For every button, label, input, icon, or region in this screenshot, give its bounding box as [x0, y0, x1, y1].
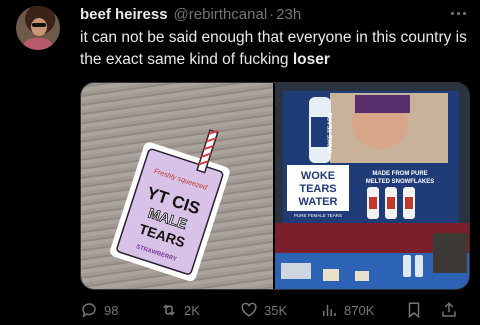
share-icon: [442, 302, 456, 317]
tweet-text: it can not be said enough that everyone …: [80, 27, 470, 71]
tweet-text-bold: loser: [292, 51, 330, 68]
views-icon: [323, 304, 336, 316]
sticker-illustration: Freshly squeezed YT CIS MALE TEARS STRAW…: [110, 129, 230, 282]
reply-icon: [82, 303, 96, 318]
bookmark-icon: [408, 302, 420, 319]
avatar-face: [31, 18, 47, 36]
small-print: PURE FEMALE TEARS: [294, 213, 342, 218]
sign-line1: WOKE: [301, 170, 335, 182]
avatar-sunglasses: [32, 23, 46, 27]
bottle-label: WOKE TEARS: [328, 113, 334, 154]
booth-photo[interactable]: WOKE TEARS WOKE TEARS WATER MADE FROM PU…: [275, 83, 469, 289]
sign-line2: TEARS: [299, 183, 336, 195]
header-separator: ·: [269, 6, 275, 23]
display-name[interactable]: beef heiress: [80, 6, 168, 23]
tweet-text-body: it can not be said enough that everyone …: [80, 29, 467, 68]
timestamp[interactable]: 23h: [276, 6, 301, 23]
share-button[interactable]: [440, 300, 458, 320]
user-handle[interactable]: @rebirthcanal: [174, 6, 268, 23]
retweet-button[interactable]: 2K: [160, 300, 200, 320]
action-bar: 98 2K 35K 870K: [80, 300, 472, 320]
like-count: 35K: [264, 302, 288, 318]
sticker-photo[interactable]: Freshly squeezed YT CIS MALE TEARS STRAW…: [81, 83, 273, 289]
view-count: 870K: [344, 302, 375, 318]
tagline-line1: MADE FROM PURE: [372, 171, 427, 177]
sign-line3: WATER: [299, 196, 338, 208]
views-button[interactable]: 870K: [320, 300, 374, 320]
avatar-shirt: [22, 38, 54, 50]
retweet-count: 2K: [184, 302, 200, 318]
reply-count: 98: [104, 302, 119, 318]
tweet-media[interactable]: Freshly squeezed YT CIS MALE TEARS STRAW…: [80, 82, 470, 290]
booth-illustration: WOKE TEARS WOKE TEARS WATER MADE FROM PU…: [275, 83, 469, 289]
avatar[interactable]: [16, 6, 60, 50]
bookmark-button[interactable]: [405, 300, 423, 320]
reply-button[interactable]: 98: [80, 300, 118, 320]
more-icon[interactable]: [447, 6, 469, 20]
like-button[interactable]: 35K: [240, 300, 287, 320]
like-icon: [241, 302, 257, 317]
retweet-icon: [163, 304, 175, 316]
tagline-line2: MELTED SNOWFLAKES: [366, 179, 435, 185]
tweet-header: beef heiress @rebirthcanal · 23h: [80, 6, 301, 26]
